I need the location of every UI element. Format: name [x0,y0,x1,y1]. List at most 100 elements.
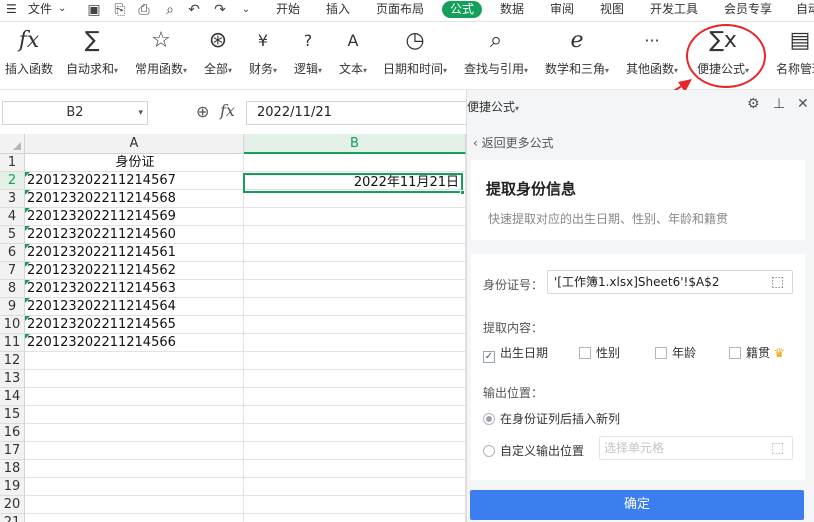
text-button[interactable]: A 文本▾ [335,28,371,77]
tab-page-layout[interactable]: 页面布局 [376,0,424,22]
tab-member[interactable]: 会员专享 [724,0,772,22]
cell-a[interactable] [25,406,244,424]
more-chevron-icon[interactable]: ⌄ [238,2,254,18]
tab-view[interactable]: 视图 [600,0,624,22]
name-manager-button[interactable]: ▤ 名称管理 [770,28,814,77]
cell-b[interactable] [244,460,466,478]
row-header[interactable]: 20 [0,496,25,514]
radio-icon[interactable] [483,445,495,457]
cell-b[interactable] [244,298,466,316]
cell-a[interactable] [25,352,244,370]
cell-a[interactable]: 220123202211214560 [25,226,244,244]
row-header[interactable]: 12 [0,352,25,370]
tab-developer[interactable]: 开发工具 [650,0,698,22]
cell-a[interactable]: 220123202211214568 [25,190,244,208]
column-header-b[interactable]: B [244,134,466,154]
file-menu[interactable]: 文件 [28,0,52,22]
undo-icon[interactable]: ↶ [186,2,202,18]
cell-b[interactable] [244,262,466,280]
cell-a[interactable]: 220123202211214561 [25,244,244,262]
row-header[interactable]: 16 [0,424,25,442]
cell-b[interactable] [244,406,466,424]
select-all-corner[interactable] [0,134,25,154]
row-header[interactable]: 1 [0,154,25,172]
cell-b[interactable] [244,424,466,442]
save-icon[interactable]: ▣ [86,2,102,18]
row-header[interactable]: 15 [0,406,25,424]
row-header[interactable]: 13 [0,370,25,388]
checkbox-icon[interactable] [729,347,741,359]
cell-b[interactable] [244,478,466,496]
cell-b[interactable] [244,244,466,262]
gear-icon[interactable]: ⚙ [747,96,760,112]
common-functions-button[interactable]: ☆ 常用函数▾ [132,28,190,77]
cell-b[interactable] [244,316,466,334]
cell-b[interactable] [244,226,466,244]
confirm-button[interactable]: 确定 [470,490,804,520]
name-box[interactable]: B2 ▾ [2,101,148,125]
id-reference-input[interactable]: '[工作簿1.xlsx]Sheet6'!$A$2 [547,270,793,294]
export-icon[interactable]: ⎘ [112,2,128,18]
cell-a[interactable]: 220123202211214565 [25,316,244,334]
row-header[interactable]: 21 [0,514,25,522]
cell-a[interactable] [25,388,244,406]
insert-function-button[interactable]: fx 插入函数 [4,28,54,77]
cell-b[interactable] [244,334,466,352]
cell-a[interactable] [25,514,244,522]
tab-formulas[interactable]: 公式 [442,1,483,18]
cell-b[interactable] [244,280,466,298]
close-icon[interactable]: ✕ [797,96,809,112]
lookup-reference-button[interactable]: ⌕ 查找与引用▾ [461,28,531,77]
cell-a[interactable]: 220123202211214566 [25,334,244,352]
all-functions-button[interactable]: ⊛ 全部▾ [200,28,236,77]
cell-b[interactable] [244,496,466,514]
cell-a[interactable]: 220123202211214569 [25,208,244,226]
row-header[interactable]: 7 [0,262,25,280]
selected-cell-b2[interactable]: 2022年11月21日 [243,173,465,195]
cell-a[interactable] [25,478,244,496]
panel-title[interactable]: 便捷公式▾ [467,98,519,115]
cell-a[interactable]: 220123202211214567 [25,172,244,190]
print-icon[interactable]: ⎙ [136,2,152,18]
tab-auto[interactable]: 自动 [796,0,814,22]
hamburger-icon[interactable]: ☰ [6,0,17,22]
date-time-button[interactable]: ◷ 日期和时间▾ [380,28,450,77]
row-header[interactable]: 2 [0,172,25,190]
option-gender[interactable]: 性别 [579,344,620,361]
row-header[interactable]: 18 [0,460,25,478]
option-birthdate[interactable]: ✓ 出生日期 [483,344,548,363]
autosum-button[interactable]: ∑ 自动求和▾ [62,28,122,77]
cell-a[interactable]: 身份证 [25,154,244,172]
option-origin[interactable]: 籍贯 ♛ [729,344,785,361]
row-header[interactable]: 4 [0,208,25,226]
row-header[interactable]: 17 [0,442,25,460]
back-link[interactable]: ‹ 返回更多公式 [473,134,554,151]
checkbox-icon[interactable]: ✓ [483,351,495,363]
cell-a[interactable] [25,442,244,460]
row-header[interactable]: 19 [0,478,25,496]
radio-insert-column[interactable]: 在身份证列后插入新列 [483,410,620,427]
formula-input[interactable]: 2022/11/21 [246,101,466,125]
print-preview-icon[interactable]: ⌕ [162,2,178,18]
option-age[interactable]: 年龄 [655,344,696,361]
column-header-a[interactable]: A [25,134,244,154]
cell-a[interactable] [25,496,244,514]
tab-insert[interactable]: 插入 [326,0,350,22]
tab-data[interactable]: 数据 [500,0,524,22]
cell-b[interactable] [244,442,466,460]
fill-handle[interactable] [460,190,465,195]
chevron-down-icon[interactable]: ⌄ [58,0,66,22]
spreadsheet-grid[interactable]: A B 1 身份证 2 220123202211214567 3 220123202211… [0,134,466,522]
tab-home[interactable]: 开始 [276,0,300,22]
cell-a[interactable]: 220123202211214563 [25,280,244,298]
radio-icon[interactable] [483,413,495,425]
cell-b[interactable] [244,388,466,406]
cell-b[interactable] [244,514,466,522]
radio-custom-output[interactable]: 自定义输出位置 [483,442,584,459]
pin-icon[interactable]: ⊥ [773,96,785,112]
cell-b[interactable] [244,370,466,388]
row-header[interactable]: 3 [0,190,25,208]
row-header[interactable]: 14 [0,388,25,406]
chevron-down-icon[interactable]: ▾ [138,102,143,124]
row-header[interactable]: 9 [0,298,25,316]
